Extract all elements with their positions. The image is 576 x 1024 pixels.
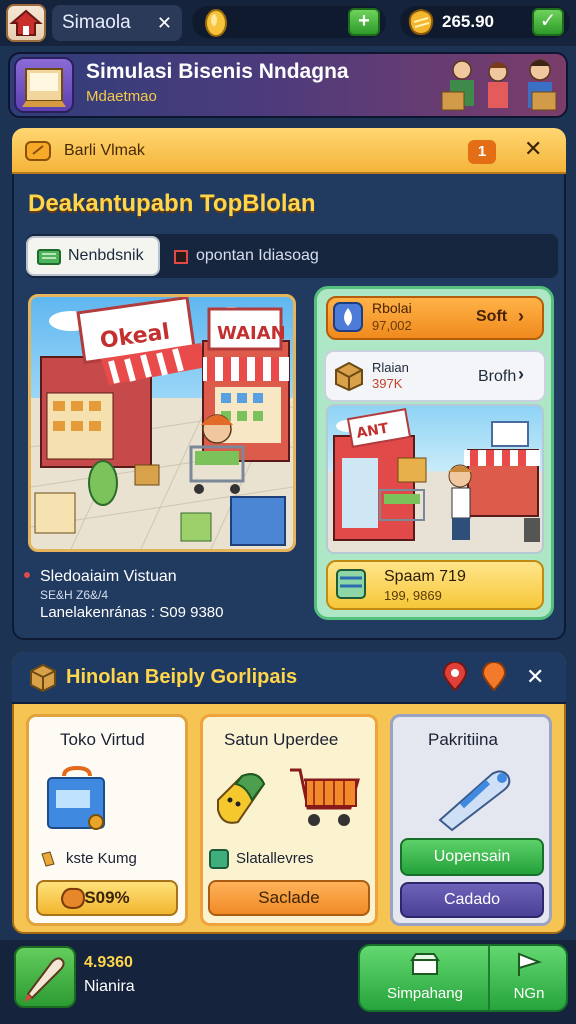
upgrade-panel-title: Hinolan Beiply Gorlipais	[66, 666, 298, 688]
player-name: Nianira	[84, 978, 135, 995]
owner-name: Sledoaiaim Vistuan	[40, 568, 177, 585]
card-1-price: S09%	[84, 888, 130, 907]
store-sign-2: WAIAN	[217, 323, 286, 344]
package-icon	[30, 663, 56, 692]
close-icon[interactable]: ✕	[524, 136, 542, 162]
add-coins-button[interactable]: +	[348, 8, 380, 36]
chevron-right-icon[interactable]: ›	[518, 364, 524, 385]
close-icon[interactable]: ✕	[526, 664, 544, 690]
banner-subtitle: Mdaetmao	[86, 88, 157, 105]
checkbox-icon[interactable]	[174, 250, 188, 264]
home-icon	[9, 9, 43, 36]
capsule-icon	[217, 773, 266, 824]
stat-card-1-value: Soft	[476, 308, 508, 325]
card-2-title: Satun Uperdee	[224, 730, 339, 749]
card-3-title: Pakritiina	[428, 730, 498, 749]
store-scene[interactable]: Okeal WAIAN	[28, 294, 296, 552]
coin-icon	[205, 9, 227, 37]
card-3-primary: Uopensain	[433, 848, 511, 865]
owner-sub: SE&H Z6&/4	[40, 588, 109, 602]
tool-button[interactable]	[14, 946, 76, 1008]
water-drop-icon	[333, 302, 363, 332]
card-1-label: kste Kumg	[66, 850, 137, 867]
panel-headline: Deakantupabn TopBlolan	[28, 190, 316, 217]
map-icon	[336, 569, 366, 599]
store-preview-scene[interactable]: ANT	[326, 404, 544, 554]
main-panel-title: Barli Vlmak	[64, 142, 145, 159]
flag-icon	[518, 952, 543, 976]
card-1-title: Toko Virtud	[60, 730, 145, 749]
stat-card-2-value: Brofh	[478, 368, 517, 385]
next-button[interactable]: NGn	[494, 946, 564, 1010]
close-icon[interactable]: ✕	[157, 5, 172, 41]
stock-icon	[209, 849, 229, 869]
confirm-button[interactable]: ✓	[532, 8, 564, 36]
notification-badge[interactable]: 1	[468, 140, 496, 164]
save-button[interactable]: Simpahang	[364, 946, 486, 1010]
card-2-action: Saclade	[258, 888, 320, 907]
divider	[488, 946, 490, 1010]
store-box-icon	[14, 57, 74, 113]
card-3-secondary-button[interactable]: Cadado	[400, 882, 544, 918]
stat-card-1-title: Rbolai	[372, 300, 412, 316]
chevron-right-icon[interactable]: ›	[518, 306, 524, 327]
stat-card-2-title: Rlaian	[372, 360, 409, 375]
tab-second[interactable]: opontan Idiasoag	[196, 247, 319, 265]
card-3-primary-button[interactable]: Uopensain	[400, 838, 544, 876]
location-pin-icon[interactable]	[440, 662, 470, 692]
stat-card-2-sub: 397K	[372, 376, 403, 391]
shopping-cart-icon	[290, 768, 360, 826]
save-label: Simpahang	[387, 985, 463, 1002]
coins-icon	[60, 887, 86, 910]
card-3-secondary: Cadado	[443, 891, 501, 908]
briefcase-icon	[47, 766, 105, 830]
brush-icon	[24, 957, 65, 1002]
shopkeepers-illustration	[441, 59, 557, 111]
money-icon	[37, 249, 61, 265]
shop-icon	[410, 953, 440, 975]
card-2-action-button[interactable]: Saclade	[208, 880, 370, 916]
next-label: NGn	[513, 985, 545, 1002]
balance-value: 4.9360	[84, 954, 133, 971]
vacuum-tool-icon	[438, 770, 511, 832]
simulation-label: Simaola	[62, 12, 131, 33]
home-button[interactable]	[6, 4, 46, 42]
box-icon	[335, 361, 363, 392]
simulation-selector[interactable]: Simaola ✕	[52, 5, 182, 41]
gold-bag-icon	[408, 8, 434, 36]
ticket-icon	[25, 141, 51, 161]
tab-label: Nenbdsnik	[68, 247, 144, 264]
owner-info: Lanelakenránas : S09 9380	[40, 604, 224, 621]
gold-value: 265.90	[442, 12, 494, 31]
banner-title: Simulasi Bisenis Nndagna	[86, 60, 349, 83]
stat-card-1-sub: 97,002	[372, 318, 412, 333]
bullet-icon	[24, 572, 30, 578]
stat-card-3-sub: 199, 9869	[384, 588, 442, 603]
card-2-label: Slatallevres	[236, 850, 314, 867]
location-pin-icon[interactable]	[480, 662, 508, 692]
tag-icon	[41, 851, 55, 867]
stat-card-3-title: Spaam 719	[384, 568, 466, 585]
